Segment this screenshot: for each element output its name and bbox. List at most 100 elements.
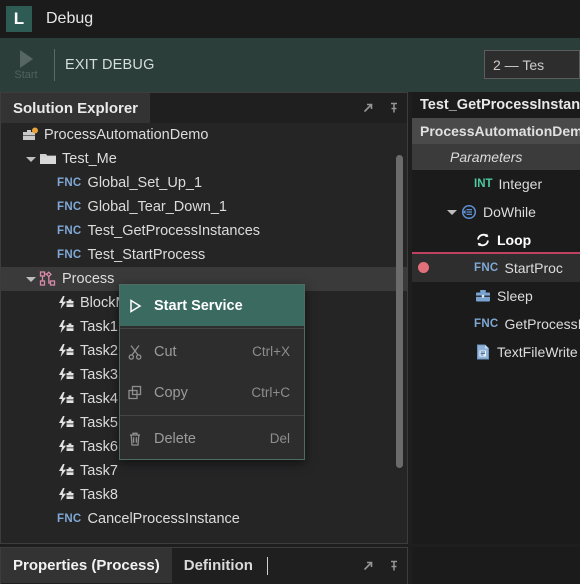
tree-item-label: Task8 (80, 487, 118, 503)
tree-item-label: Test_StartProcess (87, 247, 206, 263)
bottom-panel-tools (361, 548, 401, 583)
menu-separator (120, 415, 304, 416)
editor-row-label: Loop (497, 232, 532, 248)
trash-icon (120, 430, 154, 448)
tree-item-test-me[interactable]: Test_Me (1, 147, 407, 171)
pin-icon[interactable] (387, 559, 401, 573)
tree-item-test-getprocessinstances[interactable]: FNC Test_GetProcessInstances (1, 219, 407, 243)
start-button[interactable]: Start (0, 39, 52, 91)
tree-item-task7[interactable]: Task7 (1, 459, 407, 483)
task-bolt-icon (57, 390, 75, 408)
solution-explorer-tools (361, 93, 401, 123)
window-title: Debug (46, 10, 94, 27)
menu-item-shortcut: Ctrl+C (251, 385, 290, 400)
menu-item-copy[interactable]: Copy Ctrl+C (120, 372, 304, 413)
chevron-down-icon[interactable] (23, 267, 39, 291)
tree-item-global-set-up-1[interactable]: FNC Global_Set_Up_1 (1, 171, 407, 195)
tree-item-task8[interactable]: Task8 (1, 483, 407, 507)
tree-item-label: Process (62, 271, 115, 287)
bottom-tab-label: Properties (Process) (13, 557, 160, 574)
task-bolt-icon (57, 414, 75, 432)
editor-row-dowhile[interactable]: DoWhile (412, 198, 580, 226)
function-type-tag: FNC (57, 201, 82, 213)
menu-separator (120, 328, 304, 329)
function-type-tag: FNC (57, 177, 82, 189)
textfile-icon (474, 343, 492, 361)
context-menu[interactable]: Start Service Cut Ctrl+X Copy Ctrl+C Delete De… (119, 284, 305, 460)
editor-row-label: DoWhile (483, 204, 536, 220)
loop-icon (474, 231, 492, 249)
chevron-down-icon[interactable] (23, 147, 39, 171)
editor-row-label: GetProcessIn (504, 316, 580, 332)
dowhile-icon (460, 203, 478, 221)
trash-icon (126, 430, 144, 448)
editor-breadcrumb[interactable]: ProcessAutomationDem (412, 118, 580, 144)
bottom-tab-label: Definition (183, 557, 253, 574)
menu-item-label: Start Service (154, 297, 243, 314)
logo-letter: L (13, 9, 25, 28)
tree-item-label: Task4 (80, 391, 118, 407)
menu-item-label: Cut (154, 343, 177, 360)
editor-row-loop[interactable]: Loop (412, 226, 580, 254)
toolbar-divider (54, 49, 55, 81)
menu-item-cut[interactable]: Cut Ctrl+X (120, 331, 304, 372)
title-bar: L Debug (0, 0, 580, 38)
function-type-tag: FNC (57, 513, 82, 525)
tab-solution-explorer[interactable]: Solution Explorer (1, 93, 151, 123)
editor-row-getprocessin[interactable]: FNC GetProcessIn (412, 310, 580, 338)
function-type-tag: FNC (474, 318, 499, 330)
menu-item-label: Copy (154, 384, 188, 401)
tree-item-processautomationdemo[interactable]: ProcessAutomationDemo (1, 123, 407, 147)
editor-row-startproc[interactable]: FNC StartProc (412, 254, 580, 282)
copy-icon (126, 384, 144, 402)
tree-item-label: Global_Tear_Down_1 (87, 199, 227, 215)
bottom-panel: Properties (Process) Definition (0, 547, 408, 584)
scrollbar-thumb[interactable] (396, 155, 403, 468)
bottom-tab-definition[interactable]: Definition (172, 548, 265, 583)
breakpoint-indicator[interactable] (418, 262, 429, 273)
project-briefcase-icon (21, 126, 39, 144)
function-type-tag: FNC (57, 249, 82, 261)
tree-item-label: Task5 (80, 415, 118, 431)
bottom-tab-properties-process-[interactable]: Properties (Process) (1, 548, 172, 583)
editor-row-sleep[interactable]: Sleep (412, 282, 580, 310)
app-logo: L (6, 6, 32, 32)
editor-row-integer[interactable]: INT Integer (412, 170, 580, 198)
tree-item-label: Task7 (80, 463, 118, 479)
tree-item-global-tear-down-1[interactable]: FNC Global_Tear_Down_1 (1, 195, 407, 219)
menu-item-delete[interactable]: Delete Del (120, 418, 304, 459)
chevron-down-icon[interactable] (444, 200, 460, 224)
tree-item-cancelprocessinstance[interactable]: FNC CancelProcessInstance (1, 507, 407, 531)
process-instance-select[interactable]: 2 — Tes (484, 50, 580, 79)
play-icon (120, 297, 154, 315)
bottom-tabstrip: Properties (Process) Definition (1, 548, 407, 583)
task-bolt-icon (57, 366, 75, 384)
exit-debug-button[interactable]: EXIT DEBUG (65, 57, 155, 73)
editor-title: Test_GetProcessInstan (412, 92, 580, 118)
pin-icon[interactable] (387, 101, 401, 115)
menu-item-start-service[interactable]: Start Service (120, 285, 304, 326)
float-arrow-icon[interactable] (361, 101, 375, 115)
debug-toolbar: Start EXIT DEBUG 2 — Tes (0, 38, 580, 92)
tree-item-test-startprocess[interactable]: FNC Test_StartProcess (1, 243, 407, 267)
task-bolt-icon (57, 438, 75, 456)
solution-tree-scrollbar[interactable] (394, 155, 405, 541)
task-bolt-icon (57, 294, 75, 312)
tree-item-label: Test_Me (62, 151, 117, 167)
float-arrow-icon[interactable] (361, 559, 375, 573)
editor-rows[interactable]: INT Integer DoWhile Loop FNC StartProc Sleep FN… (412, 170, 580, 366)
editor-row-textfilewrite[interactable]: TextFileWrite (412, 338, 580, 366)
folder-icon (39, 150, 57, 168)
scissors-icon (120, 343, 154, 361)
task-bolt-icon (57, 342, 75, 360)
